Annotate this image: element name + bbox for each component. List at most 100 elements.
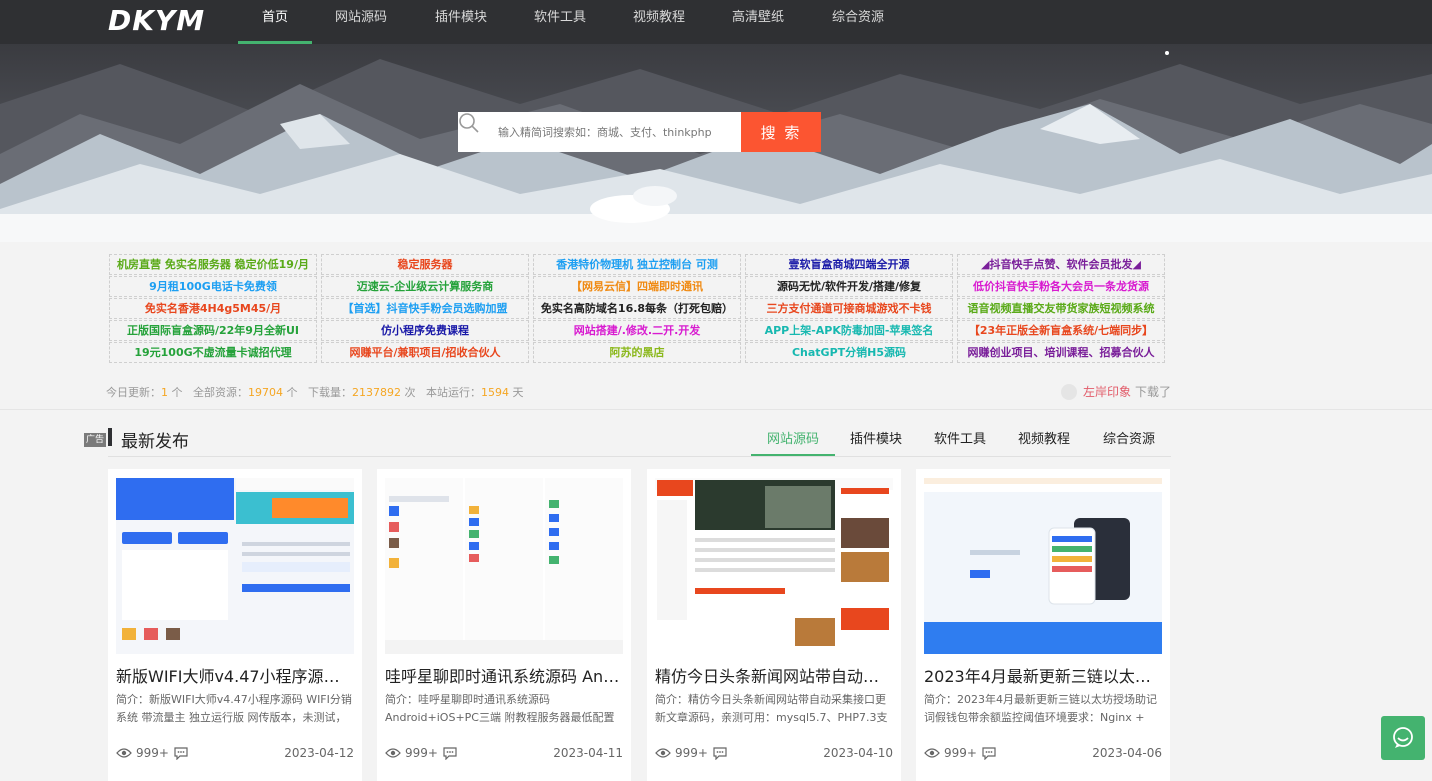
stat-downloads-unit: 次 xyxy=(404,386,416,399)
news-site-screenshot-image xyxy=(655,478,893,654)
logo-text: DKYM xyxy=(108,4,206,37)
ad-link[interactable]: 低价抖音快手粉各大会员一条龙货源 xyxy=(957,276,1165,297)
site-stats: 今日更新：1 个 全部资源：19704 个 下载量：2137892 次 本站运行… xyxy=(106,384,524,400)
stat-today-value: 1 xyxy=(161,386,168,399)
eye-icon xyxy=(655,748,671,758)
stat-uptime-unit: 天 xyxy=(512,386,524,399)
stat-uptime-label: 本站运行： xyxy=(426,386,481,399)
ad-link[interactable]: 【网易云信】四端即时通讯 xyxy=(533,276,741,297)
card-views-count: 999+ xyxy=(675,746,708,760)
card-title[interactable]: 哇呼星聊即时通讯系统源码 Android+iOS+PC三端 xyxy=(385,663,623,687)
ad-link[interactable]: 【首选】抖音快手粉会员选购加盟 xyxy=(321,298,529,319)
card-comments xyxy=(982,747,996,763)
tab-website-source[interactable]: 网站源码 xyxy=(751,428,835,456)
ad-link[interactable]: 源码无忧/软件开发/搭建/修复 xyxy=(745,276,953,297)
card-description: 简介：2023年4月最新更新三链以太坊授场助记词假钱包带余额监控阈值环境要求：N… xyxy=(924,693,1157,724)
nav-item-video-tutorials[interactable]: 视频教程 xyxy=(628,0,690,44)
card-views-count: 999+ xyxy=(944,746,977,760)
ad-link[interactable]: 语音视频直播交友带货家族短视频系统 xyxy=(957,298,1165,319)
tab-video-tutorials[interactable]: 视频教程 xyxy=(1011,428,1077,456)
ad-link[interactable]: 9月租100G电话卡免费领 xyxy=(109,276,317,297)
eye-icon xyxy=(116,748,132,758)
card-meta: 999+ 2023-04-12 xyxy=(116,744,354,764)
download-action-text: 下载了 xyxy=(1134,385,1171,399)
customer-service-button[interactable] xyxy=(1381,716,1425,760)
hero-banner: 搜 索 xyxy=(0,44,1432,242)
ad-link[interactable]: 正版国际盲盒源码/22年9月全新UI xyxy=(109,320,317,341)
card-thumbnail[interactable] xyxy=(655,478,893,654)
nav-item-website-source[interactable]: 网站源码 xyxy=(330,0,392,44)
card-date: 2023-04-10 xyxy=(823,746,893,760)
card-thumbnail[interactable] xyxy=(385,478,623,654)
ad-link[interactable]: ChatGPT分销H5源码 xyxy=(745,342,953,363)
ad-link[interactable]: 【23年正版全新盲盒系统/七端同步】 xyxy=(957,320,1165,341)
ad-link[interactable]: 壹软盲盒商城四端全开源 xyxy=(745,254,953,275)
resource-card[interactable]: 新版WIFI大师v4.47小程序源码 WIFI分销系统 带流量主 独立运行版 简… xyxy=(108,469,362,781)
card-thumbnail[interactable] xyxy=(924,478,1162,654)
ad-link[interactable]: 免实名香港4H4g5M45/月 xyxy=(109,298,317,319)
resource-card[interactable]: 精仿今日头条新闻网站带自动采集接口 简介：精仿今日头条新闻网站带自动采集接口更新… xyxy=(647,469,901,781)
stat-today-unit: 个 xyxy=(171,386,183,399)
card-title[interactable]: 2023年4月最新更新三链以太坊钱包 xyxy=(924,663,1162,687)
card-meta: 999+ 2023-04-10 xyxy=(655,744,893,764)
user-avatar xyxy=(1060,383,1077,400)
card-description: 简介：新版WIFI大师v4.47小程序源码 WIFI分销系统 带流量主 独立运行… xyxy=(116,693,352,724)
stat-downloads-label: 下载量： xyxy=(308,386,352,399)
section-title: 最新发布 xyxy=(121,432,189,452)
ad-link[interactable]: 免实名高防域名16.8每条（打死包赔） xyxy=(533,298,741,319)
nav-item-wallpapers[interactable]: 高清壁纸 xyxy=(727,0,789,44)
search-box: 搜 索 xyxy=(458,112,821,152)
search-button[interactable]: 搜 索 xyxy=(741,112,821,152)
nav-item-software[interactable]: 软件工具 xyxy=(529,0,591,44)
wallet-site-screenshot-image xyxy=(924,478,1162,654)
chat-icon xyxy=(1393,727,1413,748)
ad-link[interactable]: 机房直营 免实名服务器 稳定价低19/月 xyxy=(109,254,317,275)
nav-item-misc-resources[interactable]: 综合资源 xyxy=(827,0,889,44)
ad-link[interactable]: 稳定服务器 xyxy=(321,254,529,275)
section-title-bar xyxy=(108,428,112,446)
card-views-count: 999+ xyxy=(405,746,438,760)
download-user-link[interactable]: 左岸印象 xyxy=(1083,383,1131,400)
tab-misc-resources[interactable]: 综合资源 xyxy=(1095,428,1163,456)
section-divider xyxy=(0,409,1432,410)
wifi-app-screenshot-image xyxy=(116,478,354,654)
ad-link[interactable]: 香港特价物理机 独立控制台 可测 xyxy=(533,254,741,275)
site-logo[interactable]: DKYM xyxy=(108,4,220,40)
ad-link[interactable]: 阿苏的黑店 xyxy=(533,342,741,363)
card-title[interactable]: 精仿今日头条新闻网站带自动采集接口 xyxy=(655,663,893,687)
ad-link[interactable]: 19元100G不虚流量卡诚招代理 xyxy=(109,342,317,363)
comment-icon xyxy=(713,747,727,761)
card-title[interactable]: 新版WIFI大师v4.47小程序源码 WIFI分销系统 带流量主 独立运行版 xyxy=(116,663,354,687)
ad-link[interactable]: 三方支付通道可接商城游戏不卡钱 xyxy=(745,298,953,319)
ad-link[interactable]: 网站搭建/.修改.二开.开发 xyxy=(533,320,741,341)
card-comments xyxy=(443,747,457,763)
nav-item-home[interactable]: 首页 xyxy=(238,0,312,44)
card-views: 999+ xyxy=(655,746,708,760)
ad-link[interactable]: 网赚创业项目、培训课程、招募合伙人 xyxy=(957,342,1165,363)
ad-link[interactable]: APP上架-APK防毒加固-苹果签名 xyxy=(745,320,953,341)
stat-today-label: 今日更新： xyxy=(106,386,161,399)
ad-links-grid: 机房直营 免实名服务器 稳定价低19/月 稳定服务器 香港特价物理机 独立控制台… xyxy=(109,254,1165,366)
card-thumbnail[interactable] xyxy=(116,478,354,654)
stat-total-unit: 个 xyxy=(286,386,298,399)
resource-card[interactable]: 哇呼星聊即时通讯系统源码 Android+iOS+PC三端 简介：哇呼星聊即时通… xyxy=(377,469,631,781)
resource-card[interactable]: 2023年4月最新更新三链以太坊钱包 简介：2023年4月最新更新三链以太坊授场… xyxy=(916,469,1170,781)
ad-link[interactable]: ◢抖音快手点赞、软件会员批发◢ xyxy=(957,254,1165,275)
stat-uptime-value: 1594 xyxy=(481,386,509,399)
ad-link[interactable]: 仿小程序免费课程 xyxy=(321,320,529,341)
ad-link[interactable]: 网赚平台/兼职项目/招收合伙人 xyxy=(321,342,529,363)
stat-total-value: 19704 xyxy=(248,386,283,399)
card-comments xyxy=(713,747,727,763)
card-description: 简介：哇呼星聊即时通讯系统源码 Android+iOS+PC三端 附教程服务器最… xyxy=(385,693,615,724)
search-input[interactable] xyxy=(498,112,740,152)
eye-icon xyxy=(924,748,940,758)
card-views-count: 999+ xyxy=(136,746,169,760)
card-meta: 999+ 2023-04-11 xyxy=(385,744,623,764)
tab-plugins[interactable]: 插件模块 xyxy=(843,428,909,456)
card-views: 999+ xyxy=(385,746,438,760)
tab-software[interactable]: 软件工具 xyxy=(927,428,993,456)
nav-item-plugins[interactable]: 插件模块 xyxy=(430,0,492,44)
ad-link[interactable]: 迈速云-企业级云计算服务商 xyxy=(321,276,529,297)
chat-app-screenshot-image xyxy=(385,478,623,654)
comment-icon xyxy=(443,747,457,761)
